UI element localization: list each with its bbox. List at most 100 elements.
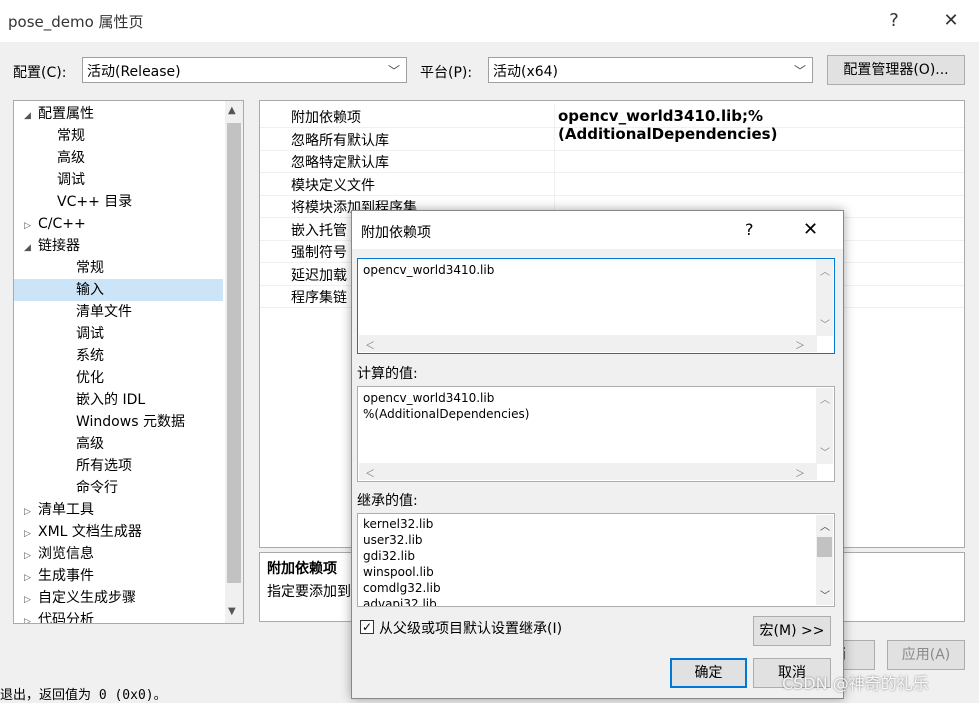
- edit-vscrollbar[interactable]: ︿ ﹀: [816, 260, 833, 336]
- collapsed-icon[interactable]: ▷: [24, 215, 38, 237]
- property-tree[interactable]: ◢ 配置属性 常规 高级 调试 VC++ 目录 ▷ C/C++ ◢ 链接器 常规 输入 清单文件 调试 系统…: [13, 100, 244, 624]
- platform-select[interactable]: 活动(x64) ﹀: [488, 57, 813, 83]
- tree-item[interactable]: 系统: [14, 345, 223, 367]
- tree-item[interactable]: 嵌入的 IDL: [14, 389, 223, 411]
- column-separator: [554, 149, 555, 172]
- collapsed-icon[interactable]: ▷: [24, 523, 38, 545]
- platform-label: 平台(P):: [420, 65, 473, 81]
- config-manager-button[interactable]: 配置管理器(O)...: [827, 55, 965, 85]
- tree-item-label: 命令行: [76, 480, 118, 496]
- property-name: 嵌入托管: [291, 222, 347, 239]
- macros-button[interactable]: 宏(M) >>: [753, 616, 831, 646]
- tree-item[interactable]: ▷ 生成事件: [14, 565, 223, 587]
- edit-hscrollbar[interactable]: ＜ ＞: [359, 335, 817, 352]
- tree-item[interactable]: 优化: [14, 367, 223, 389]
- inherited-line: kernel32.lib: [363, 517, 434, 531]
- chevron-up-icon[interactable]: ︿: [820, 518, 830, 533]
- inherited-values-box: kernel32.lib user32.lib gdi32.lib winspo…: [357, 513, 835, 607]
- tree-item-label: 调试: [76, 326, 104, 342]
- tree-item[interactable]: ▷ C/C++: [14, 213, 223, 235]
- tree-item[interactable]: VC++ 目录: [14, 191, 223, 213]
- tree-item[interactable]: Windows 元数据: [14, 411, 223, 433]
- tree-item[interactable]: 高级: [14, 433, 223, 455]
- chevron-up-icon[interactable]: ▲: [228, 105, 236, 116]
- property-name: 附加依赖项: [291, 110, 361, 126]
- close-button[interactable]: ✕: [931, 6, 971, 36]
- inherited-line: comdlg32.lib: [363, 581, 441, 595]
- computed-values-box: opencv_world3410.lib %(AdditionalDepende…: [357, 386, 835, 482]
- tree-item-label: 所有选项: [76, 458, 132, 474]
- expanded-icon[interactable]: ◢: [24, 105, 38, 127]
- chevron-down-icon[interactable]: ﹀: [820, 587, 830, 602]
- apply-button[interactable]: 应用(A): [887, 640, 965, 670]
- dialog-help-button[interactable]: ?: [745, 220, 754, 239]
- tree-item[interactable]: ▷ 自定义生成步骤: [14, 587, 223, 609]
- tree-scrollbar[interactable]: ▲ ▼: [225, 101, 243, 623]
- inherited-line: winspool.lib: [363, 565, 434, 579]
- additional-dependencies-dialog: 附加依赖项 ? ✕ opencv_world3410.lib ︿ ﹀ ＜ ＞ 计…: [351, 210, 844, 699]
- tree-item-label: 输入: [76, 282, 104, 298]
- chevron-right-icon[interactable]: ＞: [795, 337, 805, 352]
- tree-item[interactable]: ◢ 链接器: [14, 235, 223, 257]
- chevron-right-icon[interactable]: ＞: [795, 465, 805, 480]
- chevron-up-icon[interactable]: ︿: [820, 391, 830, 406]
- tree-item-label: 高级: [57, 150, 85, 166]
- expanded-icon[interactable]: ◢: [24, 237, 38, 259]
- inherited-scroll-thumb[interactable]: [817, 537, 832, 557]
- property-name: 忽略特定默认库: [291, 155, 389, 171]
- tree-item-label: Windows 元数据: [76, 414, 185, 430]
- tree-item[interactable]: ▷ 浏览信息: [14, 543, 223, 565]
- property-name: 程序集链: [291, 290, 347, 306]
- collapsed-icon[interactable]: ▷: [24, 589, 38, 611]
- chevron-left-icon[interactable]: ＜: [365, 465, 375, 480]
- dialog-close-button[interactable]: ✕: [803, 219, 818, 240]
- chevron-down-icon[interactable]: ﹀: [820, 444, 830, 459]
- chevron-down-icon[interactable]: ﹀: [820, 316, 830, 331]
- chevron-left-icon[interactable]: ＜: [365, 337, 375, 352]
- property-row[interactable]: 模块定义文件: [260, 171, 964, 196]
- collapsed-icon[interactable]: ▷: [24, 567, 38, 589]
- ok-button[interactable]: 确定: [670, 658, 747, 688]
- property-row[interactable]: 附加依赖项 opencv_world3410.lib;%(AdditionalDe…: [260, 104, 964, 143]
- tree-item[interactable]: ◢ 配置属性: [14, 103, 223, 125]
- tree-item[interactable]: 常规: [14, 125, 223, 147]
- edit-text: opencv_world3410.lib: [363, 263, 495, 277]
- tree-item[interactable]: 高级: [14, 147, 223, 169]
- chevron-down-icon: ﹀: [793, 64, 806, 78]
- inherit-checkbox[interactable]: ✓: [360, 620, 374, 634]
- tree-item-label: 优化: [76, 370, 104, 386]
- window-title: pose_demo 属性页: [8, 13, 144, 31]
- computed-vscrollbar[interactable]: ︿ ﹀: [816, 388, 833, 464]
- title-bar: pose_demo 属性页 ? ✕: [0, 0, 979, 42]
- tree-item[interactable]: ▷ 代码分析: [14, 609, 223, 624]
- dependencies-edit-area[interactable]: opencv_world3410.lib ︿ ﹀ ＜ ＞: [357, 258, 835, 354]
- tree-item[interactable]: 调试: [14, 323, 223, 345]
- inherited-vscrollbar[interactable]: ︿ ﹀: [816, 515, 833, 605]
- help-button[interactable]: ?: [874, 6, 914, 36]
- collapsed-icon[interactable]: ▷: [24, 545, 38, 567]
- tree-item[interactable]: ▷ 清单工具: [14, 499, 223, 521]
- tree-item[interactable]: 清单文件: [14, 301, 223, 323]
- tree-item-label: 代码分析: [38, 612, 94, 624]
- tree-item[interactable]: 调试: [14, 169, 223, 191]
- platform-select-value: 活动(x64): [493, 64, 559, 80]
- chevron-down-icon[interactable]: ▼: [228, 606, 236, 617]
- tree-item[interactable]: 常规: [14, 257, 223, 279]
- computed-label: 计算的值:: [357, 366, 418, 382]
- chevron-up-icon[interactable]: ︿: [820, 263, 830, 278]
- tree-item[interactable]: 输入: [14, 279, 223, 301]
- collapsed-icon[interactable]: ▷: [24, 611, 38, 623]
- property-row[interactable]: 忽略特定默认库: [260, 149, 964, 173]
- config-select[interactable]: 活动(Release) ﹀: [82, 57, 407, 83]
- tree-scroll-thumb[interactable]: [227, 123, 241, 583]
- computed-line: opencv_world3410.lib: [363, 391, 495, 405]
- property-row[interactable]: 忽略所有默认库: [260, 126, 964, 151]
- tree-item[interactable]: ▷ XML 文档生成器: [14, 521, 223, 543]
- computed-hscrollbar[interactable]: ＜ ＞: [359, 463, 817, 480]
- tree-item[interactable]: 所有选项: [14, 455, 223, 477]
- watermark: CSDN @神奇的礼乐: [782, 674, 929, 693]
- collapsed-icon[interactable]: ▷: [24, 501, 38, 523]
- property-name: 忽略所有默认库: [291, 132, 389, 149]
- tree-item[interactable]: 命令行: [14, 477, 223, 499]
- tree-item-label: 自定义生成步骤: [38, 590, 136, 606]
